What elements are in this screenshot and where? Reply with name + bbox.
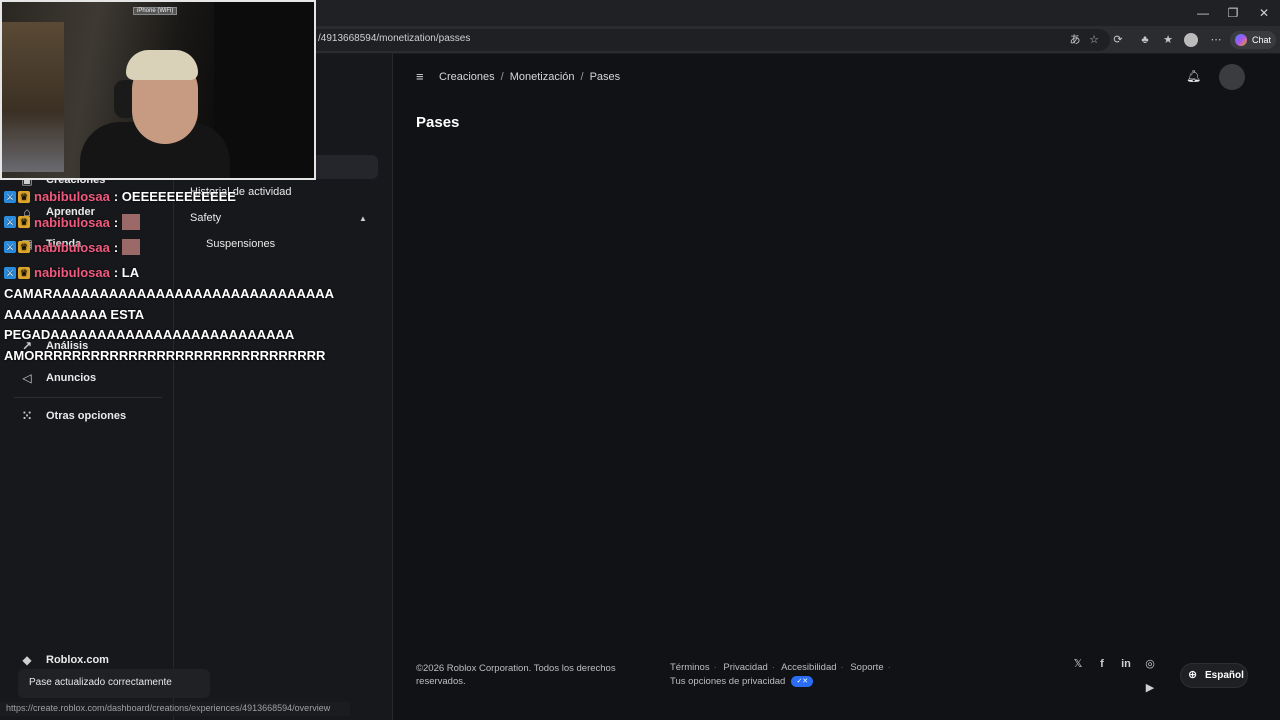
footer-link-accessibility[interactable]: Accesibilidad xyxy=(781,662,836,673)
subnav-item-safety[interactable]: Safety xyxy=(190,212,221,224)
sidebar-scrollbar[interactable] xyxy=(388,54,393,714)
minimize-icon[interactable]: — xyxy=(1188,4,1218,22)
footer-links: Términos · Privacidad · Accesibilidad · Sop… xyxy=(670,662,895,673)
moderator-badge-icon: ⚔ xyxy=(4,241,16,253)
breadcrumb: Creaciones / Monetización / Pases xyxy=(439,71,620,83)
chat-label: Chat xyxy=(1252,35,1272,45)
footer-separator: · xyxy=(840,662,844,673)
webcam-person-hair xyxy=(126,50,198,80)
nav-label: Roblox.com xyxy=(46,654,109,666)
footer-separator: · xyxy=(771,662,775,673)
copilot-icon xyxy=(1235,34,1247,46)
facebook-icon[interactable]: f xyxy=(1095,657,1109,671)
grid-icon: ⁙ xyxy=(21,409,33,423)
footer-link-terms[interactable]: Términos xyxy=(670,662,710,673)
screen: — ❐ ✕ /4913668594/monetization/passes あ … xyxy=(0,0,1280,720)
language-selector[interactable]: ⊕ Español xyxy=(1180,663,1248,688)
youtube-icon[interactable]: ▶ xyxy=(1143,681,1157,695)
webcam-shelf xyxy=(2,22,64,172)
notification-bell-icon[interactable]: 🔔︎ xyxy=(1186,69,1201,85)
nav-divider xyxy=(14,397,162,398)
chat-badges: ⚔ ♛ xyxy=(4,241,30,253)
breadcrumb-item[interactable]: Pases xyxy=(590,71,621,83)
chat-username: nabibulosaa xyxy=(34,239,110,255)
crown-badge-icon: ♛ xyxy=(18,266,30,279)
footer-separator: · xyxy=(887,662,891,673)
copilot-chat-button[interactable]: Chat xyxy=(1230,31,1276,49)
footer-separator: · xyxy=(713,662,717,673)
chat-emote-image xyxy=(122,214,141,230)
footer-link-privacy[interactable]: Privacidad xyxy=(723,662,767,673)
webcam-overlay: iPhone (WiFi) xyxy=(0,0,316,180)
url-input[interactable]: /4913668594/monetization/passes xyxy=(300,29,1110,51)
language-label: Español xyxy=(1205,670,1244,681)
chat-wrapped-line: CAMARAAAAAAAAAAAAAAAAAAAAAAAAAAAAAA xyxy=(4,286,335,301)
puzzle-icon[interactable]: ♣ xyxy=(1137,33,1153,47)
profile-avatar-icon[interactable] xyxy=(1184,33,1198,47)
moderator-badge-icon: ⚔ xyxy=(4,266,16,279)
moderator-badge-icon: ⚔ xyxy=(4,190,16,203)
success-toast: Pase actualizado correctamente xyxy=(18,669,210,698)
chat-text: : OEEEEEEEEEEEE xyxy=(113,189,236,204)
nav-label: Otras opciones xyxy=(46,410,127,422)
megaphone-icon: ◁ xyxy=(22,371,32,385)
more-menu-icon[interactable]: ⋯ xyxy=(1208,33,1224,47)
footer-link-support[interactable]: Soporte xyxy=(850,662,883,673)
translate-icon[interactable]: あ xyxy=(1067,33,1083,47)
linkedin-icon[interactable]: in xyxy=(1119,657,1133,671)
chat-badges: ⚔ ♛ xyxy=(4,266,30,279)
chat-message: ⚔ ♛ nabibulosaa : xyxy=(4,214,141,230)
crown-badge-icon: ♛ xyxy=(18,216,30,228)
chat-text: : xyxy=(113,239,119,255)
subnav-item-suspensions[interactable]: Suspensiones xyxy=(206,238,275,250)
roblox-logo-icon: ◆ xyxy=(22,653,32,667)
globe-icon: ⊕ xyxy=(1188,669,1198,681)
restore-icon[interactable]: ❐ xyxy=(1218,4,1248,22)
x-twitter-icon[interactable]: 𝕏 xyxy=(1071,657,1085,671)
chat-message: ⚔ ♛ nabibulosaa : xyxy=(4,239,141,255)
instagram-icon[interactable]: ◎ xyxy=(1143,657,1157,671)
breadcrumb-separator: / xyxy=(580,71,584,83)
hamburger-menu-icon[interactable]: ≡ xyxy=(416,70,430,84)
chat-message: ⚔ ♛ nabibulosaa : OEEEEEEEEEEEE xyxy=(4,189,236,204)
chat-wrapped-line: PEGADAAAAAAAAAAAAAAAAAAAAAAAAAA xyxy=(4,327,295,342)
moderator-badge-icon: ⚔ xyxy=(4,216,16,228)
extensions-icon[interactable]: ⟳ xyxy=(1110,33,1126,47)
nav-item-otras-opciones[interactable]: ⁙ Otras opciones xyxy=(20,406,126,426)
footer-privacy-choices[interactable]: Tus opciones de privacidad ✓✕ xyxy=(670,676,814,687)
status-bar-url: https://create.roblox.com/dashboard/crea… xyxy=(0,702,350,716)
chat-text: : xyxy=(113,214,119,230)
chat-username: nabibulosaa xyxy=(34,189,110,204)
chat-text: : LA xyxy=(113,265,140,280)
chevron-up-icon[interactable]: ▲ xyxy=(359,214,367,223)
chat-wrapped-line: AMORRRRRRRRRRRRRRRRRRRRRRRRRRRRRRR xyxy=(4,348,326,363)
crown-badge-icon: ♛ xyxy=(18,241,30,253)
chat-username: nabibulosaa xyxy=(34,214,110,230)
favorite-star-icon[interactable]: ☆ xyxy=(1086,33,1102,47)
nav-item-roblox-com[interactable]: ◆ Roblox.com xyxy=(20,650,109,670)
privacy-toggle-icon: ✓✕ xyxy=(791,676,814,687)
nav-label: Anuncios xyxy=(46,372,97,384)
breadcrumb-item[interactable]: Creaciones xyxy=(439,71,495,83)
close-icon[interactable]: ✕ xyxy=(1249,4,1279,22)
breadcrumb-separator: / xyxy=(500,71,504,83)
webcam-source-label: iPhone (WiFi) xyxy=(133,7,178,15)
chat-badges: ⚔ ♛ xyxy=(4,190,30,203)
chat-message: ⚔ ♛ nabibulosaa : LA xyxy=(4,265,139,280)
chat-badges: ⚔ ♛ xyxy=(4,216,30,228)
breadcrumb-item[interactable]: Monetización xyxy=(510,71,575,83)
crown-badge-icon: ♛ xyxy=(18,190,30,203)
chat-emote-image xyxy=(122,239,141,255)
main-content xyxy=(394,54,1280,720)
page-title: Pases xyxy=(416,114,460,131)
chat-username: nabibulosaa xyxy=(34,265,110,280)
footer-copyright: ©2026 Roblox Corporation. Todos los dere… xyxy=(416,663,616,687)
nav-item-anuncios[interactable]: ◁ Anuncios xyxy=(20,368,96,388)
user-avatar[interactable] xyxy=(1219,64,1245,90)
chat-wrapped-line: AAAAAAAAAAA ESTA xyxy=(4,307,145,322)
favorites-icon[interactable]: ★ xyxy=(1160,33,1176,47)
url-text: /4913668594/monetization/passes xyxy=(318,33,471,44)
privacy-choices-label: Tus opciones de privacidad xyxy=(670,676,786,687)
